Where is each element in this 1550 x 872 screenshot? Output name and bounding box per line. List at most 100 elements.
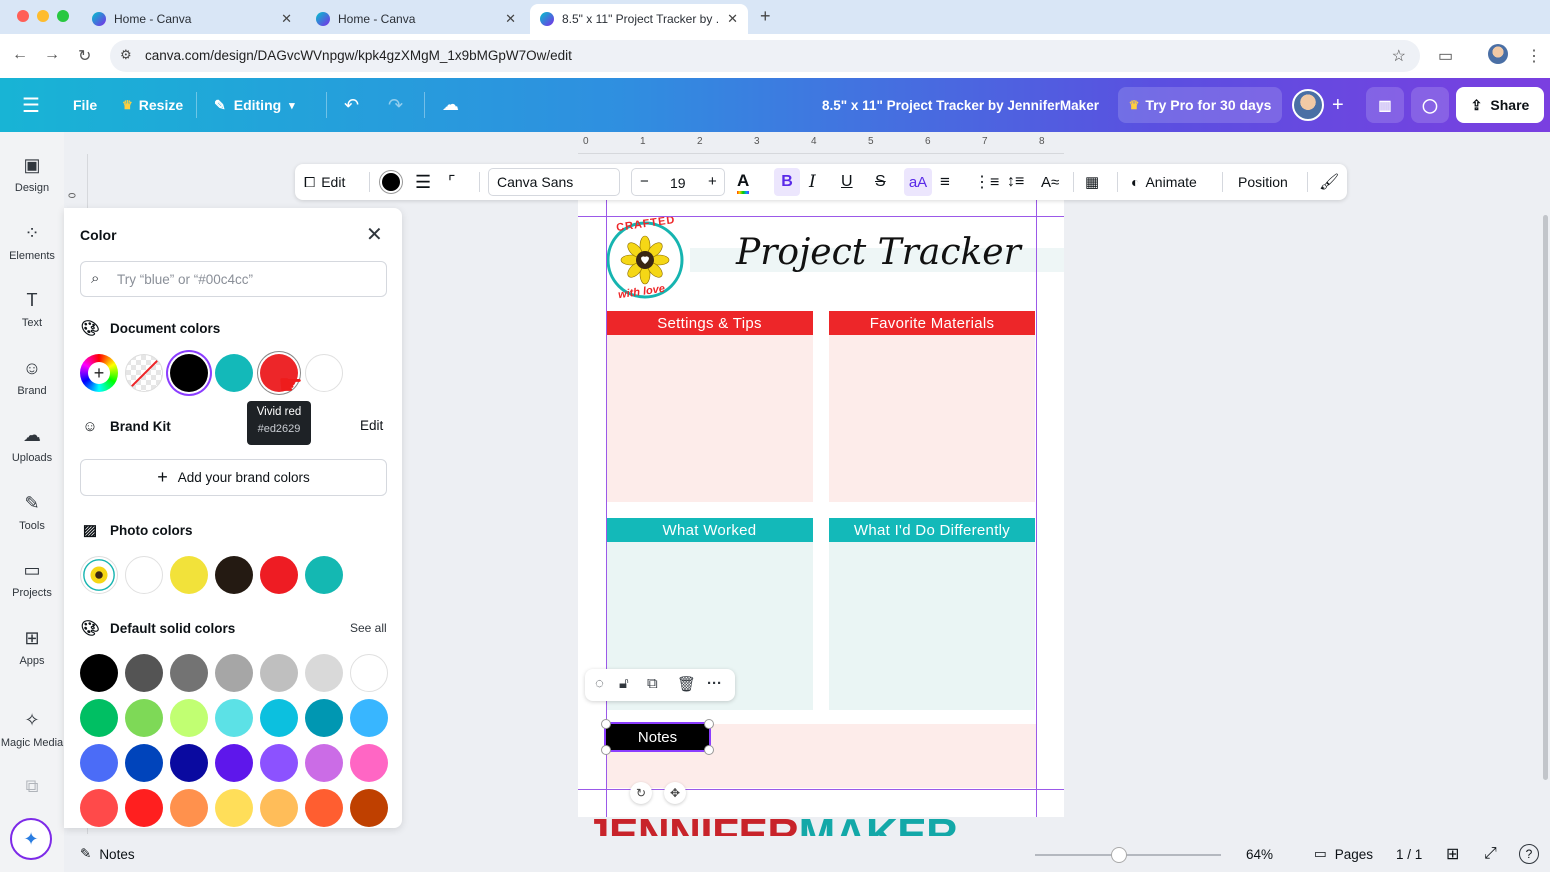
default-color-swatch[interactable] [305,744,343,782]
lock-icon[interactable]: 🔓︎ [619,675,629,692]
default-color-swatch[interactable] [215,744,253,782]
rail-item-text[interactable]: T Text [0,289,64,349]
trash-icon[interactable]: 🗑︎ [677,675,696,693]
document-color-swatch[interactable] [215,354,253,392]
default-color-swatch[interactable] [80,654,118,692]
photo-color-swatch[interactable] [125,556,163,594]
browser-tab-2[interactable]: Home - Canva ✕ [306,4,526,34]
add-brand-colors-button[interactable]: + Add your brand colors [80,459,387,496]
vertical-scrollbar[interactable] [1543,215,1548,780]
fill-color-button[interactable] [380,164,402,200]
rail-item-projects[interactable]: ▭ Projects [0,559,64,619]
default-color-swatch[interactable] [350,744,388,782]
default-color-swatch[interactable] [170,699,208,737]
close-panel-icon[interactable]: ✕ [366,222,383,247]
fullscreen-icon[interactable]: ⤢ [1484,836,1497,872]
section-box-favorite-materials[interactable] [829,335,1035,502]
move-handle-icon[interactable]: ✥ [664,782,686,804]
address-bar[interactable]: ⚙ canva.com/design/DAGvcWVnpgw/kpk4gzXMg… [110,40,1420,72]
default-color-swatch[interactable] [125,654,163,692]
site-settings-icon[interactable]: ⚙ [120,47,132,63]
default-color-swatch[interactable] [170,654,208,692]
letter-case-icon[interactable]: aA [904,168,932,196]
section-header-what-id-do-differently[interactable]: What I'd Do Differently [829,518,1035,542]
duplicate-icon[interactable]: ⧉ [647,675,658,692]
edit-button[interactable]: ⧠ Edit [304,164,345,200]
default-color-swatch[interactable] [170,789,208,827]
font-family-select[interactable]: Canva Sans [488,168,620,196]
bold-icon[interactable]: B [774,168,800,196]
default-color-swatch[interactable] [260,789,298,827]
browser-tab-1[interactable]: Home - Canva ✕ [82,4,302,34]
rail-item-design[interactable]: ▣ Design [0,154,64,214]
photo-color-swatch[interactable] [215,556,253,594]
photo-color-swatch[interactable] [305,556,343,594]
rotate-handle-icon[interactable]: ↻ [630,782,652,804]
position-button[interactable]: Position [1238,164,1288,200]
default-color-swatch[interactable] [80,699,118,737]
text-color-icon[interactable]: A [737,164,750,200]
list-icon[interactable]: ⋮≡ [974,164,999,200]
photo-color-swatch[interactable] [260,556,298,594]
section-box-what-id-do-differently[interactable] [829,542,1035,710]
rail-item-elements[interactable]: ⁘ Elements [0,222,64,282]
rail-item-tools[interactable]: ✎ Tools [0,492,64,552]
comments-button[interactable]: ◯ [1411,87,1449,123]
zoom-level[interactable]: 64% [1246,836,1273,872]
default-color-swatch[interactable] [125,699,163,737]
align-center-icon[interactable]: ≡ [940,164,950,200]
pages-button[interactable]: ▭ Pages [1314,836,1373,872]
default-color-swatch[interactable] [350,699,388,737]
italic-icon[interactable]: I [809,164,816,200]
rail-item-magic-media[interactable]: ✧ Magic Media [0,709,64,769]
reload-icon[interactable]: ↻ [78,46,91,66]
color-search-field[interactable]: ⌕ [80,261,387,297]
rail-item-uploads[interactable]: ☁ Uploads [0,424,64,484]
transparent-color-swatch[interactable] [125,354,163,392]
default-color-swatch[interactable] [215,699,253,737]
browser-menu-icon[interactable]: ⋮ [1526,46,1542,66]
zoom-slider-track[interactable] [1035,854,1221,856]
transparency-icon[interactable]: ▦ [1085,164,1099,200]
resize-handle[interactable] [601,719,611,729]
close-tab-icon[interactable]: ✕ [505,11,516,27]
zoom-window-button[interactable] [57,10,69,22]
user-avatar[interactable] [1292,89,1324,121]
editing-mode-button[interactable]: ✎ Editing ▾ [214,78,295,132]
project-tracker-title[interactable]: Project Tracker [736,232,1021,273]
corner-rounding-icon[interactable]: ⌜ [448,164,456,200]
undo-icon[interactable]: ↶ [344,78,359,132]
more-options-icon[interactable]: ··· [707,675,722,692]
help-icon[interactable]: ? [1519,836,1539,872]
photo-thumbnail[interactable] [80,556,118,594]
resize-handle[interactable] [704,719,714,729]
default-color-swatch[interactable] [350,789,388,827]
default-color-swatch[interactable] [305,699,343,737]
default-color-swatch[interactable] [170,744,208,782]
section-header-settings-tips[interactable]: Settings & Tips [606,311,813,335]
canva-assistant-button[interactable]: ✦ [10,818,52,860]
document-title[interactable]: 8.5" x 11" Project Tracker by JenniferMa… [822,78,1099,132]
cloud-saved-icon[interactable]: ☁ [442,78,459,132]
border-style-icon[interactable]: ☰ [415,164,431,200]
animate-button[interactable]: ◐ Animate [1131,164,1197,200]
photo-color-swatch[interactable] [170,556,208,594]
default-color-swatch[interactable] [305,789,343,827]
forward-arrow-icon[interactable]: → [44,46,60,64]
profile-avatar[interactable] [1488,44,1508,64]
default-color-swatch[interactable] [125,789,163,827]
font-size-value[interactable]: 19 [670,175,686,191]
close-tab-icon[interactable]: ✕ [727,11,738,27]
default-color-swatch[interactable] [215,789,253,827]
resize-button[interactable]: ♛ Resize [122,78,183,132]
redo-icon[interactable]: ↷ [388,78,403,132]
zoom-slider-knob[interactable] [1110,847,1127,863]
see-all-link[interactable]: See all [350,621,387,635]
notes-button[interactable]: ✎ Notes [80,836,135,872]
try-pro-button[interactable]: ♛ Try Pro for 30 days [1118,87,1282,123]
default-color-swatch[interactable] [125,744,163,782]
increase-size-icon[interactable]: + [708,173,717,190]
browser-tab-3[interactable]: 8.5" x 11" Project Tracker by . ✕ [530,4,748,34]
default-color-swatch[interactable] [215,654,253,692]
default-color-swatch[interactable] [260,744,298,782]
